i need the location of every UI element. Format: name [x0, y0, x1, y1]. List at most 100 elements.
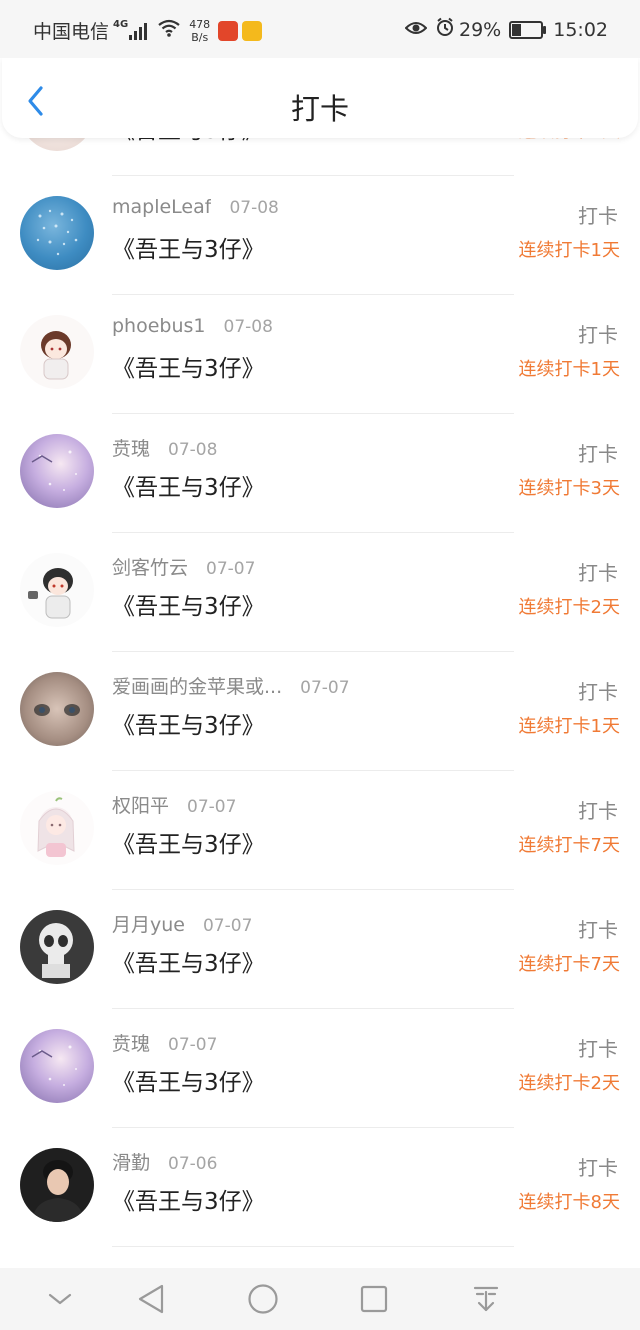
avatar[interactable] — [20, 196, 94, 270]
username[interactable]: 贲瑰 — [112, 434, 150, 461]
home-circle-icon — [248, 1284, 278, 1314]
date: 07-08 — [168, 440, 218, 460]
streak-label: 连续打卡7天 — [518, 835, 620, 856]
checkin-button[interactable]: 打卡 — [578, 676, 618, 705]
item-meta: 权阳平 07-07 — [112, 791, 236, 818]
username[interactable]: 爱画画的金苹果或... — [112, 672, 282, 699]
list-item[interactable]: phoebus1 07-08 《吾王与3仔》 打卡 连续打卡1天 — [0, 295, 640, 414]
book-title[interactable]: 《吾王与3仔》 — [112, 1063, 265, 1097]
date: 07-07 — [206, 559, 256, 579]
item-meta: 剑客竹云 07-07 — [112, 553, 255, 580]
signal-icon — [129, 22, 149, 40]
checkin-button[interactable]: 打卡 — [578, 438, 618, 467]
alarm-icon — [435, 17, 455, 42]
status-right: 29% 15:02 — [404, 17, 608, 42]
avatar[interactable] — [20, 1148, 94, 1222]
page-title: 打卡 — [290, 92, 349, 126]
streak-label: 连续打卡2天 — [518, 1073, 620, 1094]
nav-back-button[interactable] — [135, 1282, 169, 1316]
carrier-name: 中国电信 — [33, 21, 110, 43]
book-title[interactable]: 《吾王与3仔》 — [112, 468, 265, 502]
status-left: 中国电信 4G 478 B/s — [33, 17, 266, 44]
streak-label: 连续打卡2天 — [518, 597, 620, 618]
list-item[interactable]: 月月yue 07-07 《吾王与3仔》 打卡 连续打卡7天 — [0, 890, 640, 1009]
net-speed: 478 B/s — [189, 18, 210, 44]
username[interactable]: 剑客竹云 — [112, 553, 188, 580]
username[interactable]: 月月yue — [112, 910, 185, 937]
checkin-button[interactable]: 打卡 — [578, 319, 618, 348]
streak-label: 连续打卡8天 — [518, 1192, 620, 1213]
nav-hide-button[interactable] — [43, 1282, 77, 1316]
avatar[interactable] — [20, 553, 94, 627]
list-item[interactable]: 贲瑰 07-08 《吾王与3仔》 打卡 连续打卡3天 — [0, 414, 640, 533]
username[interactable]: 贲瑰 — [112, 1029, 150, 1056]
app-header: 打卡 — [2, 58, 638, 138]
streak-label: 连续打卡1天 — [518, 716, 620, 737]
book-title[interactable]: 《吾王与3仔》 — [112, 230, 265, 264]
avatar[interactable] — [20, 1029, 94, 1103]
item-meta: phoebus1 07-08 — [112, 315, 273, 337]
username[interactable]: 权阳平 — [112, 791, 169, 818]
date: 07-08 — [223, 317, 273, 337]
nav-home-button[interactable] — [246, 1282, 280, 1316]
streak-label: 连续打卡3天 — [518, 478, 620, 499]
item-meta: 月月yue 07-07 — [112, 910, 252, 937]
wifi-icon — [157, 19, 181, 42]
eye-comfort-icon — [404, 19, 428, 41]
streak-label: 连续打卡1天 — [518, 359, 620, 380]
book-title[interactable]: 《吾王与3仔》 — [112, 706, 265, 740]
checkin-button[interactable]: 打卡 — [578, 795, 618, 824]
streak-label: 连续打卡7天 — [518, 954, 620, 975]
notification-pull-icon — [473, 1286, 499, 1312]
battery-percent: 29% — [459, 18, 502, 41]
net-speed-unit: B/s — [191, 30, 209, 44]
back-triangle-icon — [138, 1284, 164, 1314]
avatar[interactable] — [20, 315, 94, 389]
list-item[interactable]: 爱画画的金苹果或... 07-07 《吾王与3仔》 打卡 连续打卡1天 — [0, 652, 640, 771]
list-item[interactable]: mapleLeaf 07-08 《吾王与3仔》 打卡 连续打卡1天 — [0, 176, 640, 295]
list-item[interactable]: 权阳平 07-07 《吾王与3仔》 打卡 连续打卡7天 — [0, 771, 640, 890]
item-meta: 贲瑰 07-08 — [112, 434, 217, 461]
username[interactable]: 滑勤 — [112, 1148, 150, 1175]
chevron-down-icon — [48, 1293, 72, 1305]
streak-label: 连续打卡1天 — [518, 240, 620, 261]
battery-icon — [509, 20, 547, 39]
item-meta: 贲瑰 07-07 — [112, 1029, 217, 1056]
message-notification-icon — [242, 20, 263, 41]
avatar[interactable] — [20, 910, 94, 984]
checkin-button[interactable]: 打卡 — [578, 1152, 618, 1181]
list-item[interactable]: 滑勤 07-06 《吾王与3仔》 打卡 连续打卡8天 — [0, 1128, 640, 1247]
date: 07-07 — [300, 678, 350, 698]
avatar[interactable] — [20, 434, 94, 508]
date: 07-07 — [168, 1035, 218, 1055]
checkin-button[interactable]: 打卡 — [578, 200, 618, 229]
divider — [112, 1246, 514, 1247]
avatar[interactable] — [20, 672, 94, 746]
status-bar: 中国电信 4G 478 B/s 29% 15:02 — [0, 0, 640, 58]
system-nav-bar — [0, 1268, 640, 1330]
list-item[interactable]: 剑客竹云 07-07 《吾王与3仔》 打卡 连续打卡2天 — [0, 533, 640, 652]
nav-notification-button[interactable] — [469, 1282, 503, 1316]
checkin-button[interactable]: 打卡 — [578, 557, 618, 586]
book-title[interactable]: 《吾王与3仔》 — [112, 825, 265, 859]
book-title[interactable]: 《吾王与3仔》 — [112, 587, 265, 621]
username[interactable]: phoebus1 — [112, 315, 206, 337]
battery-fill — [512, 23, 521, 36]
checkin-button[interactable]: 打卡 — [578, 914, 618, 943]
checkin-button[interactable]: 打卡 — [578, 1033, 618, 1062]
item-meta: 滑勤 07-06 — [112, 1148, 217, 1175]
list-item[interactable]: 贲瑰 07-07 《吾王与3仔》 打卡 连续打卡2天 — [0, 1009, 640, 1128]
username[interactable]: mapleLeaf — [112, 196, 211, 218]
avatar[interactable] — [20, 791, 94, 865]
book-title[interactable]: 《吾王与3仔》 — [112, 944, 265, 978]
book-title[interactable]: 《吾王与3仔》 — [112, 1182, 265, 1216]
app-notification-icon — [218, 20, 239, 41]
checkin-screen: 中国电信 4G 478 B/s 29% 15:02 mapleLeaf 07-0… — [0, 0, 640, 1330]
clock: 15:02 — [553, 18, 608, 41]
book-title[interactable]: 《吾王与3仔》 — [112, 349, 265, 383]
date: 07-06 — [168, 1154, 218, 1174]
item-meta: 爱画画的金苹果或... 07-07 — [112, 672, 350, 699]
nav-recents-button[interactable] — [357, 1282, 391, 1316]
date: 07-08 — [229, 198, 279, 218]
checkin-list[interactable]: 《吾王与3仔》 打卡 连续打卡2天 mapleLeaf 07-08 — [0, 100, 640, 1268]
